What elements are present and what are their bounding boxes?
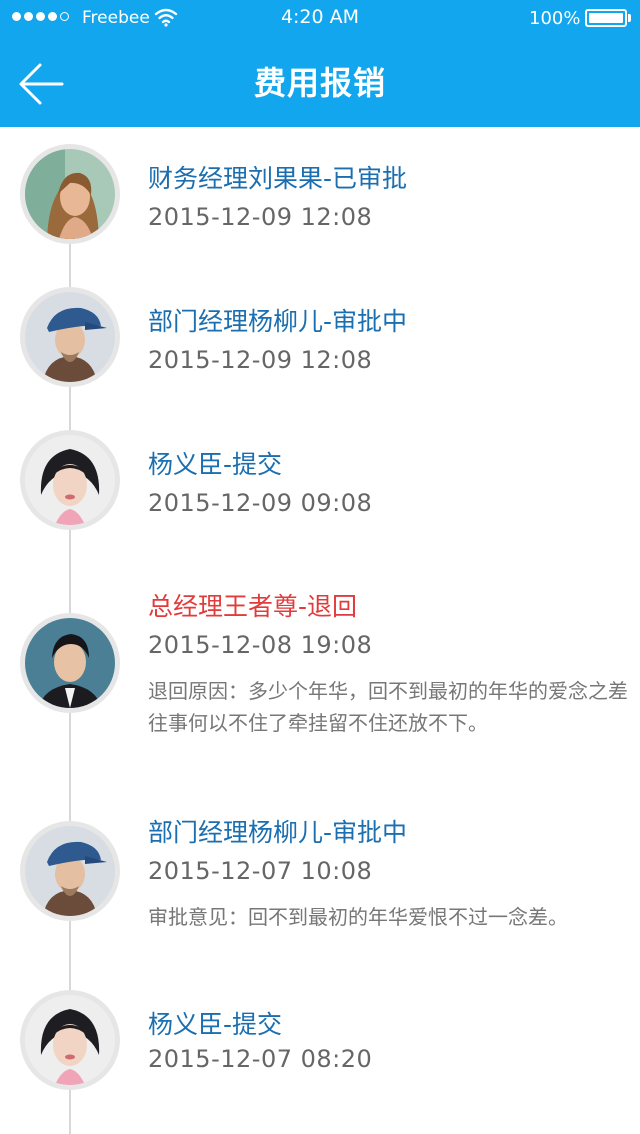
battery-tip: [628, 14, 631, 22]
top-bar: Freebee 4:20 AM 100% 费用报销: [0, 0, 640, 127]
battery-percent: 100%: [529, 8, 581, 29]
approver-name: 杨义臣-提交: [148, 1010, 283, 1039]
avatar: [20, 430, 120, 530]
approval-time: 2015-12-08 19:08: [148, 631, 373, 659]
battery-icon: [585, 9, 627, 27]
avatar: [20, 821, 120, 921]
approval-time: 2015-12-09 12:08: [148, 346, 373, 374]
page-title: 费用报销: [253, 64, 386, 102]
approval-time: 2015-12-07 08:20: [148, 1045, 373, 1073]
avatar: [20, 990, 120, 1090]
avatar: [20, 287, 120, 387]
avatar: [20, 144, 120, 244]
approver-name: 部门经理杨柳儿-审批中: [148, 818, 408, 847]
approval-time: 2015-12-07 10:08: [148, 857, 373, 885]
return-reason: 退回原因：多少个年华，回不到最初的年华的爱念之差往事何以不住了牵挂留不住还放不下…: [148, 679, 628, 735]
approver-name: 部门经理杨柳儿-审批中: [148, 307, 408, 336]
avatar: [20, 613, 120, 713]
approver-name: 杨义臣-提交: [148, 450, 283, 479]
approval-comment: 审批意见：回不到最初的年华爱恨不过一念差。: [148, 905, 568, 929]
approver-name: 财务经理刘果果-已审批: [148, 164, 408, 193]
approval-timeline: 财务经理刘果果-已审批 2015-12-09 12:08 部门经理杨柳儿-审批中…: [0, 127, 640, 1134]
approval-time: 2015-12-09 09:08: [148, 489, 373, 517]
approver-name: 总经理王者尊-退回: [148, 592, 358, 621]
approval-time: 2015-12-09 12:08: [148, 203, 373, 231]
status-bar: Freebee 4:20 AM 100%: [0, 0, 640, 36]
